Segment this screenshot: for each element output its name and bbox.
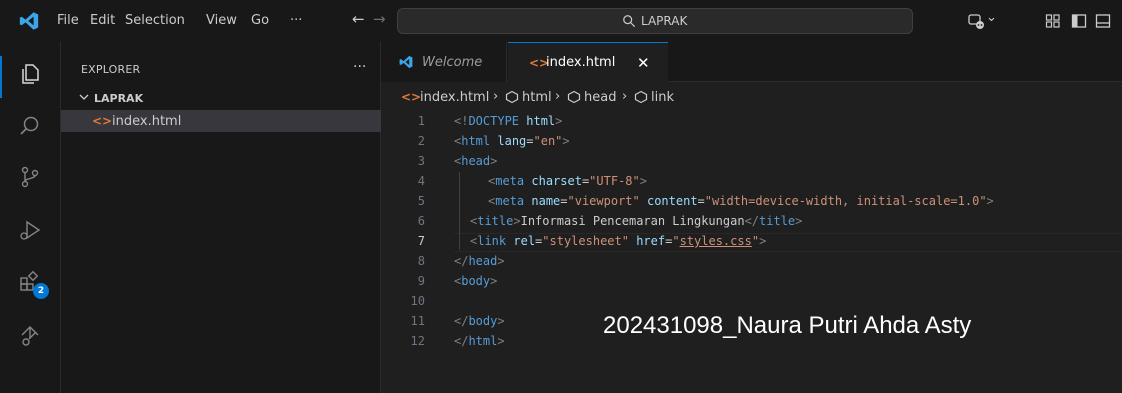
tab-label: Welcome: [422, 55, 483, 70]
code-line-6: <title>Informasi Pencemaran Lingkungan</…: [470, 214, 803, 228]
customize-layout-icon[interactable]: [1044, 12, 1062, 30]
breadcrumb-link[interactable]: link: [651, 90, 674, 105]
line-number: 11: [410, 314, 425, 328]
html-file-icon: <>: [92, 114, 113, 128]
folder-name: LAPRAK: [94, 92, 144, 105]
line-number-active: 7: [417, 234, 425, 248]
search-icon: [623, 15, 636, 28]
code-line-7: <link rel="stylesheet" href="styles.css"…: [470, 234, 767, 248]
breadcrumb-separator: ›: [555, 89, 561, 104]
code-editor[interactable]: 1 2 3 4 5 6 7 8 9 10 11 12 <!DOCTYPE htm…: [381, 108, 1122, 393]
code-line-2: <html lang="en">: [454, 134, 570, 148]
code-line-3: <head>: [454, 154, 498, 168]
chevron-down-icon[interactable]: ⌄: [986, 10, 997, 25]
code-line-9: <body>: [454, 274, 498, 288]
line-number: 9: [417, 274, 425, 288]
search-icon[interactable]: [18, 114, 42, 138]
menu-more[interactable]: ···: [290, 13, 302, 28]
breadcrumb-html[interactable]: html: [522, 90, 552, 105]
line-number: 5: [417, 194, 425, 208]
folder-laprak[interactable]: LAPRAK: [61, 88, 381, 110]
source-control-icon[interactable]: [18, 165, 42, 189]
file-name: index.html: [112, 114, 182, 129]
code-line-12: </html>: [454, 334, 505, 348]
tab-label: index.html: [546, 55, 616, 70]
menu-view[interactable]: View: [206, 13, 237, 28]
toggle-sidebar-icon[interactable]: [1070, 12, 1088, 30]
vscode-window: File Edit Selection View Go ··· ← → LAPR…: [0, 0, 1122, 393]
close-icon[interactable]: ✕: [637, 54, 650, 72]
line-number: 6: [417, 214, 425, 228]
breadcrumb-head[interactable]: head: [584, 90, 616, 105]
menu-selection[interactable]: Selection: [125, 13, 185, 28]
vscode-logo-icon: [399, 55, 413, 69]
student-name-overlay: 202431098_Naura Putri Ahda Asty: [603, 312, 972, 339]
breadcrumb-file[interactable]: index.html: [420, 90, 489, 105]
line-number: 3: [417, 154, 425, 168]
run-debug-icon[interactable]: [18, 218, 42, 242]
explorer-header: EXPLORER: [81, 63, 141, 76]
breadcrumb-separator: ›: [622, 89, 628, 104]
menu-edit[interactable]: Edit: [90, 13, 115, 28]
line-number: 1: [417, 114, 425, 128]
explorer-more-actions[interactable]: ···: [353, 59, 366, 75]
extensions-badge: 2: [33, 283, 49, 299]
explorer-icon[interactable]: [18, 62, 42, 86]
html-file-icon: <>: [401, 90, 422, 104]
element-icon: [634, 90, 648, 104]
editor-tab-bar: Welcome <> index.html ✕: [381, 42, 1122, 82]
active-indicator: [0, 56, 2, 98]
explorer-sidebar: EXPLORER ··· LAPRAK <> index.html: [60, 42, 381, 393]
tab-welcome[interactable]: Welcome: [381, 42, 507, 82]
line-number: 2: [417, 134, 425, 148]
code-line-8: </head>: [454, 254, 505, 268]
command-center-search[interactable]: LAPRAK: [397, 8, 913, 34]
link-styles-css[interactable]: styles.css: [680, 234, 752, 248]
line-number: 12: [410, 334, 425, 348]
menu-go[interactable]: Go: [251, 13, 269, 28]
title-bar: File Edit Selection View Go ··· ← → LAPR…: [0, 0, 1122, 42]
breadcrumb-separator: ›: [493, 89, 499, 104]
menu-file[interactable]: File: [57, 13, 79, 28]
tab-index-html[interactable]: <> index.html ✕: [508, 42, 668, 82]
code-line-11: </body>: [454, 314, 505, 328]
breadcrumb: <> index.html › html › head › link: [381, 82, 1122, 108]
line-number: 4: [417, 174, 425, 188]
search-text: LAPRAK: [641, 14, 688, 28]
element-icon: [567, 90, 581, 104]
line-number: 10: [410, 294, 425, 308]
line-number: 8: [417, 254, 425, 268]
code-line-4: <meta charset="UTF-8">: [488, 174, 647, 188]
forward-arrow-icon[interactable]: →: [373, 10, 386, 28]
element-icon: [505, 90, 519, 104]
vscode-logo-icon[interactable]: [18, 11, 40, 31]
chevron-down-icon: [79, 94, 89, 100]
indent-guide: [459, 172, 460, 250]
code-line-5: <meta name="viewport" content="width=dev…: [488, 194, 994, 208]
remote-explorer-icon[interactable]: [18, 324, 42, 348]
code-line-1: <!DOCTYPE html>: [454, 114, 563, 128]
toggle-panel-icon[interactable]: [1094, 12, 1112, 30]
copilot-icon[interactable]: [967, 12, 985, 30]
activity-bar: 2: [0, 42, 60, 393]
file-index-html[interactable]: <> index.html: [61, 110, 381, 132]
back-arrow-icon[interactable]: ←: [352, 10, 365, 28]
